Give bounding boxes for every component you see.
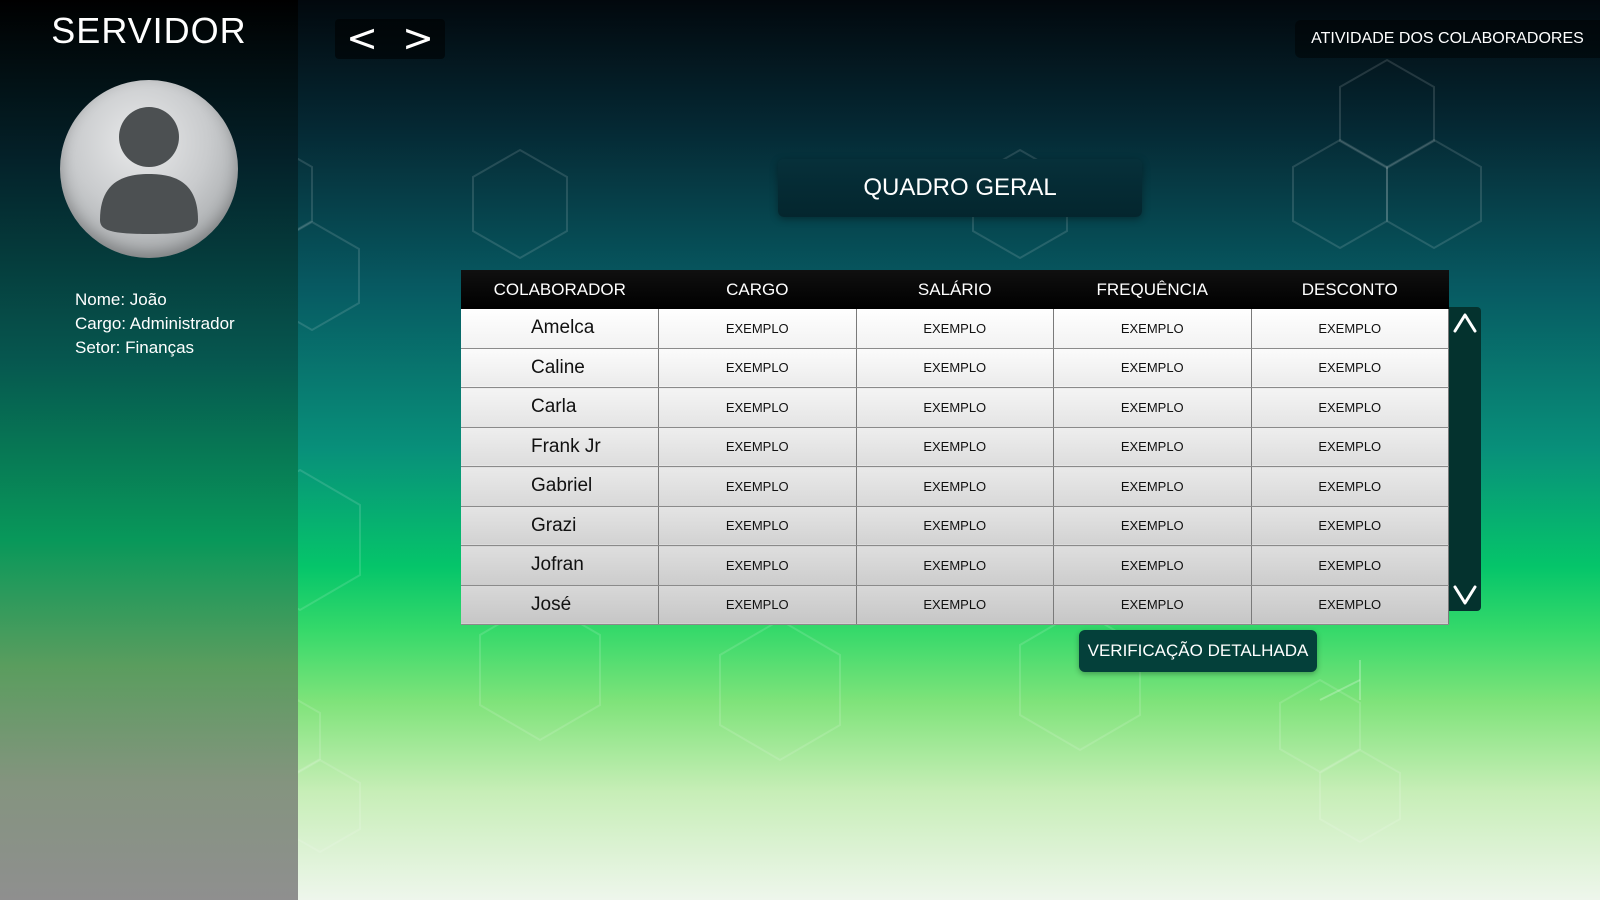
scroll-up-button[interactable] [1449, 307, 1481, 339]
user-sector: Setor: Finanças [75, 338, 195, 357]
cell-colaborador: Amelca [461, 309, 659, 349]
table-row[interactable]: Carla EXEMPLO EXEMPLO EXEMPLO EXEMPLO [461, 387, 1449, 428]
page-title: QUADRO GERAL [778, 159, 1142, 217]
cell-frequencia: EXEMPLO [1053, 466, 1252, 507]
cell-colaborador: Caline [461, 348, 659, 388]
column-header-salario: SALÁRIO [856, 270, 1054, 309]
sidebar: SERVIDOR Nome: João Cargo: Administrador… [0, 0, 298, 900]
cell-frequencia: EXEMPLO [1053, 387, 1252, 428]
cell-desconto: EXEMPLO [1251, 309, 1449, 349]
user-role: Cargo: Administrador [75, 314, 235, 333]
cell-salario: EXEMPLO [856, 466, 1054, 507]
chevron-down-icon [1453, 585, 1477, 605]
cell-frequencia: EXEMPLO [1053, 585, 1252, 625]
cell-cargo: EXEMPLO [658, 506, 857, 546]
user-name: Nome: João [75, 290, 167, 309]
user-info: Nome: João Cargo: Administrador Setor: F… [75, 288, 235, 360]
column-header-cargo: CARGO [658, 270, 856, 309]
sidebar-title: SERVIDOR [51, 10, 247, 51]
cell-salario: EXEMPLO [856, 309, 1054, 349]
cell-cargo: EXEMPLO [658, 348, 857, 388]
cell-frequencia: EXEMPLO [1053, 506, 1252, 546]
cell-colaborador: Grazi [461, 506, 659, 546]
navigation-arrows: < > [335, 19, 445, 59]
column-header-colaborador: COLABORADOR [461, 270, 659, 309]
cell-colaborador: Frank Jr [461, 427, 659, 467]
cell-cargo: EXEMPLO [658, 585, 857, 625]
table-row[interactable]: Gabriel EXEMPLO EXEMPLO EXEMPLO EXEMPLO [461, 466, 1449, 507]
cell-colaborador: José [461, 585, 659, 625]
table-header-row: COLABORADOR CARGO SALÁRIO FREQUÊNCIA DES… [461, 270, 1449, 309]
cell-desconto: EXEMPLO [1251, 427, 1449, 467]
column-header-frequencia: FREQUÊNCIA [1053, 270, 1251, 309]
cell-desconto: EXEMPLO [1251, 348, 1449, 388]
back-button[interactable]: < [337, 19, 387, 59]
cell-colaborador: Jofran [461, 545, 659, 586]
cell-frequencia: EXEMPLO [1053, 545, 1252, 586]
user-icon [100, 107, 198, 234]
table-row[interactable]: Caline EXEMPLO EXEMPLO EXEMPLO EXEMPLO [461, 348, 1449, 388]
cell-desconto: EXEMPLO [1251, 545, 1449, 586]
scroll-down-button[interactable] [1449, 579, 1481, 611]
cell-cargo: EXEMPLO [658, 309, 857, 349]
cell-salario: EXEMPLO [856, 506, 1054, 546]
cell-frequencia: EXEMPLO [1053, 348, 1252, 388]
detailed-verification-button[interactable]: VERIFICAÇÃO DETALHADA [1079, 630, 1317, 672]
cell-desconto: EXEMPLO [1251, 387, 1449, 428]
cell-colaborador: Gabriel [461, 466, 659, 507]
cell-colaborador: Carla [461, 387, 659, 428]
cell-salario: EXEMPLO [856, 348, 1054, 388]
table-row[interactable]: Grazi EXEMPLO EXEMPLO EXEMPLO EXEMPLO [461, 506, 1449, 546]
table-scrollbar[interactable] [1449, 307, 1481, 611]
cell-frequencia: EXEMPLO [1053, 309, 1252, 349]
cell-salario: EXEMPLO [856, 545, 1054, 586]
cell-desconto: EXEMPLO [1251, 466, 1449, 507]
forward-button[interactable]: > [393, 19, 443, 59]
table-row[interactable]: José EXEMPLO EXEMPLO EXEMPLO EXEMPLO [461, 585, 1449, 625]
table-row[interactable]: Jofran EXEMPLO EXEMPLO EXEMPLO EXEMPLO [461, 545, 1449, 586]
avatar [60, 80, 238, 258]
cell-salario: EXEMPLO [856, 427, 1054, 467]
table-row[interactable]: Amelca EXEMPLO EXEMPLO EXEMPLO EXEMPLO [461, 309, 1449, 349]
cell-salario: EXEMPLO [856, 387, 1054, 428]
cell-cargo: EXEMPLO [658, 427, 857, 467]
table-row[interactable]: Frank Jr EXEMPLO EXEMPLO EXEMPLO EXEMPLO [461, 427, 1449, 467]
activity-button[interactable]: ATIVIDADE DOS COLABORADORES [1295, 20, 1600, 58]
cell-cargo: EXEMPLO [658, 545, 857, 586]
cell-desconto: EXEMPLO [1251, 585, 1449, 625]
column-header-desconto: DESCONTO [1251, 270, 1449, 309]
cell-cargo: EXEMPLO [658, 466, 857, 507]
cell-desconto: EXEMPLO [1251, 506, 1449, 546]
cell-cargo: EXEMPLO [658, 387, 857, 428]
employees-table: COLABORADOR CARGO SALÁRIO FREQUÊNCIA DES… [461, 270, 1449, 625]
chevron-up-icon [1453, 313, 1477, 333]
cell-salario: EXEMPLO [856, 585, 1054, 625]
cell-frequencia: EXEMPLO [1053, 427, 1252, 467]
